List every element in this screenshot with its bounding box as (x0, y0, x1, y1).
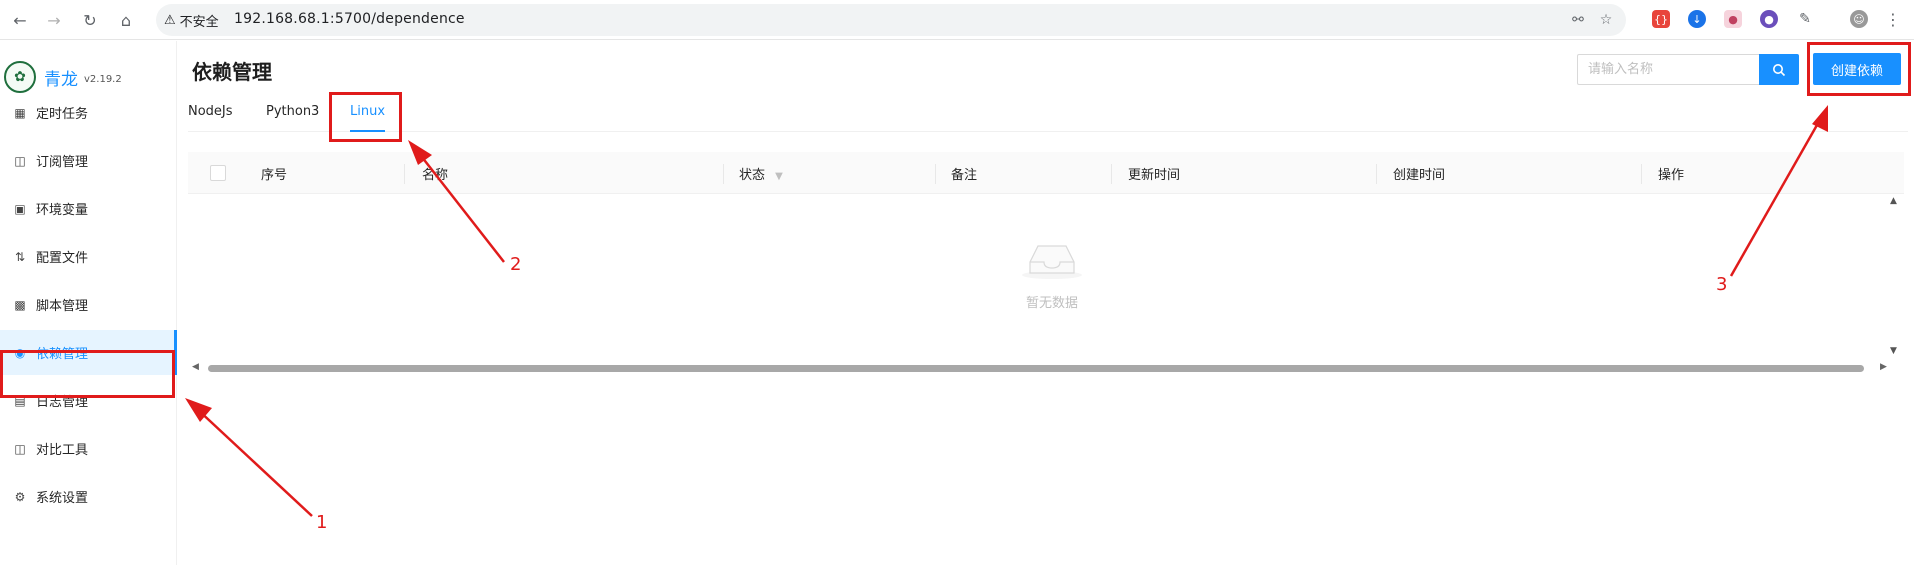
arrow-1-line (195, 407, 313, 517)
arrow-3-line (1729, 117, 1823, 277)
arrow-2-head (408, 140, 432, 165)
annotation-label-1: 1 (316, 512, 328, 533)
annotation-label-2: 2 (510, 254, 522, 275)
annotation-label-3: 3 (1716, 274, 1728, 295)
annotation-arrows (185, 105, 1828, 517)
arrow-2-line (417, 151, 505, 263)
